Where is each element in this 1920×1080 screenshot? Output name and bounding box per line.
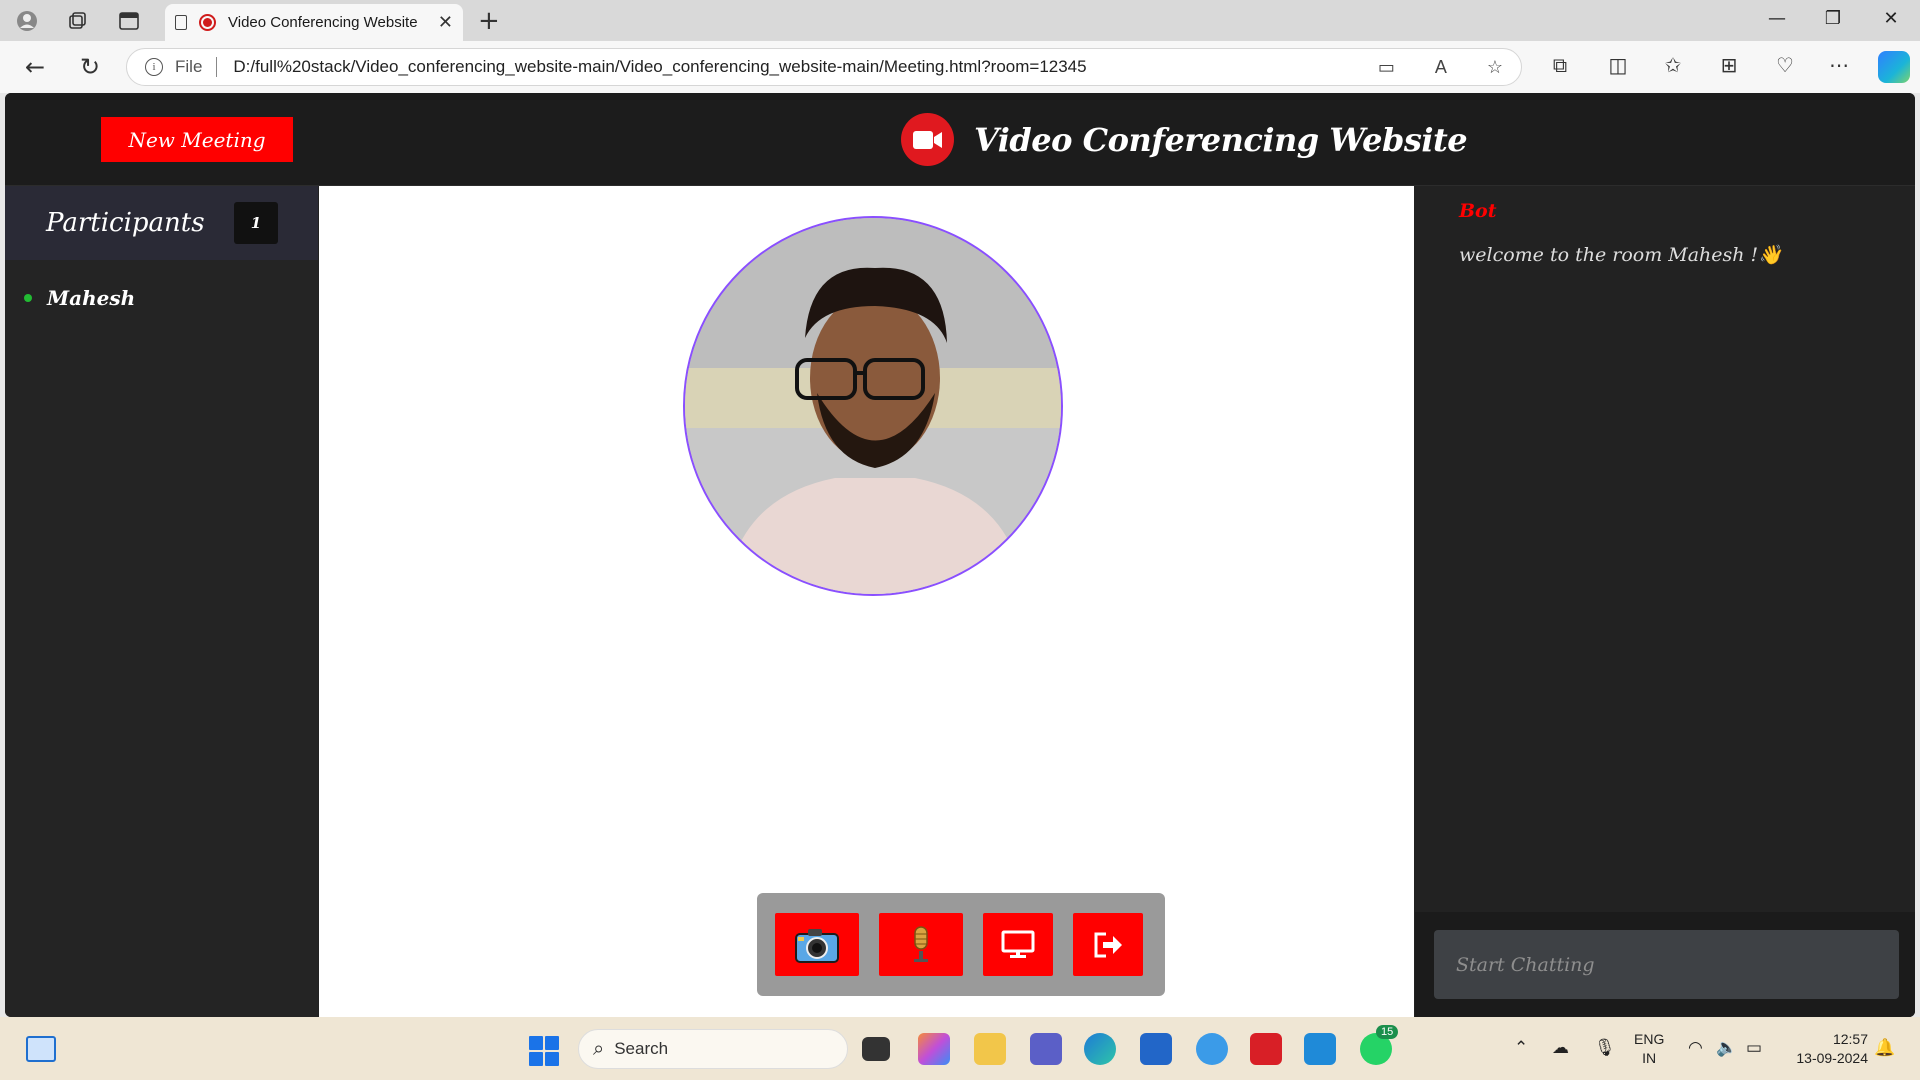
clock[interactable]: 12:57 13-09-2024	[1782, 1030, 1868, 1068]
window-close-icon[interactable]: ✕	[1876, 8, 1906, 29]
microphone-tray-icon[interactable]: 🎙	[1594, 1038, 1616, 1058]
browser-essentials-icon[interactable]: ♡	[1770, 53, 1800, 77]
extensions-icon[interactable]: ⧉	[1545, 53, 1575, 77]
browser-tab-active[interactable]: Video Conferencing Website ✕	[165, 4, 463, 41]
call-controls	[757, 893, 1165, 996]
search-label: Search	[614, 1039, 669, 1058]
collections-icon[interactable]: ⊞	[1714, 53, 1744, 77]
mcafee-icon[interactable]	[1250, 1033, 1282, 1065]
notification-badge: 15	[1376, 1025, 1399, 1039]
screen-share-icon	[1001, 930, 1035, 958]
region-code: IN	[1642, 1050, 1657, 1066]
notifications-bell-icon[interactable]: 🔔	[1874, 1038, 1895, 1058]
chat-panel: Bot welcome to the room Mahesh !👋	[1415, 186, 1915, 1017]
windows-taskbar: ⌕ Search 15 ⌃ ☁ 🎙 ENG IN ◠ 🔈 ▭ 12:57 13-…	[0, 1017, 1920, 1080]
clock-time: 12:57	[1832, 1031, 1868, 1047]
page-icon	[175, 15, 187, 30]
vscode-icon[interactable]	[1304, 1033, 1336, 1065]
favorite-star-icon[interactable]: ☆	[1487, 57, 1503, 78]
file-label: File	[175, 57, 203, 76]
workspaces-icon[interactable]	[64, 8, 90, 34]
profile-icon[interactable]	[14, 8, 40, 34]
clock-date: 13-09-2024	[1796, 1050, 1868, 1066]
read-aloud-icon[interactable]: A	[1435, 57, 1447, 78]
camera-button[interactable]	[775, 913, 859, 976]
refresh-icon[interactable]: ↻	[75, 53, 105, 81]
new-tab-button[interactable]: +	[478, 6, 500, 36]
battery-icon[interactable]: ▭	[1746, 1038, 1762, 1058]
chat-input[interactable]	[1434, 930, 1899, 999]
microphone-icon	[914, 925, 928, 962]
taskbar-search[interactable]: ⌕ Search	[578, 1029, 848, 1069]
camera-permission-icon[interactable]: ▭	[1378, 57, 1395, 78]
show-hidden-icons[interactable]: ⌃	[1514, 1038, 1528, 1058]
language-code: ENG	[1634, 1031, 1665, 1047]
search-icon: ⌕	[593, 1037, 605, 1060]
brand: Video Conferencing Website	[901, 113, 1468, 166]
whatsapp-icon[interactable]: 15	[1360, 1025, 1399, 1065]
leave-icon	[1094, 932, 1122, 957]
favorites-icon[interactable]: ✩	[1658, 53, 1688, 77]
camera-icon	[795, 928, 839, 963]
chat-message-text: welcome to the room Mahesh !👋	[1459, 244, 1782, 266]
minimize-icon[interactable]: —	[1762, 8, 1792, 29]
video-camera-icon	[901, 113, 954, 166]
divider	[216, 57, 218, 77]
participants-header: Participants 1	[5, 186, 318, 260]
participant-count-badge: 1	[234, 202, 278, 244]
microphone-button[interactable]	[879, 913, 963, 976]
task-view-icon[interactable]	[862, 1037, 890, 1061]
url-text[interactable]: D:/full%20stack/Video_conferencing_websi…	[233, 57, 1337, 77]
local-video-feed	[683, 216, 1063, 596]
participant-item: Mahesh	[5, 260, 318, 310]
edge-icon[interactable]	[1084, 1033, 1116, 1065]
restore-icon[interactable]: ❐	[1818, 8, 1848, 29]
browser-tab-bar: Video Conferencing Website ✕ + — ❐ ✕	[0, 0, 1920, 41]
copilot-taskbar-icon[interactable]	[918, 1033, 950, 1065]
more-options-icon[interactable]: ⋯	[1824, 53, 1854, 77]
address-toolbar: ← ↻ i File D:/full%20stack/Video_confere…	[0, 41, 1920, 93]
participants-sidebar: Participants 1 Mahesh	[5, 186, 318, 1017]
video-conferencing-app: New Meeting Video Conferencing Website P…	[5, 93, 1915, 1017]
split-screen-icon[interactable]: ◫	[1603, 53, 1633, 77]
language-indicator[interactable]: ENG IN	[1634, 1030, 1664, 1068]
chat-message-sender: Bot	[1459, 200, 1497, 222]
back-icon[interactable]: ←	[20, 53, 50, 81]
screen-share-button[interactable]	[983, 913, 1053, 976]
copilot-icon[interactable]	[1878, 51, 1910, 83]
participant-name: Mahesh	[47, 286, 136, 310]
volume-icon[interactable]: 🔈	[1716, 1038, 1737, 1058]
start-button[interactable]	[529, 1036, 559, 1066]
chat-input-area	[1415, 912, 1915, 1017]
onedrive-icon[interactable]: ☁	[1552, 1038, 1569, 1058]
help-icon[interactable]	[1196, 1033, 1228, 1065]
app-header: New Meeting Video Conferencing Website	[5, 93, 1915, 186]
recording-icon	[199, 14, 216, 31]
store-icon[interactable]	[1140, 1033, 1172, 1065]
tab-actions-icon[interactable]	[116, 8, 142, 34]
widgets-icon[interactable]	[26, 1036, 56, 1062]
teams-icon[interactable]	[1030, 1033, 1062, 1065]
video-stage	[319, 186, 1414, 1017]
participants-title: Participants	[46, 208, 205, 238]
new-meeting-button[interactable]: New Meeting	[101, 117, 293, 162]
wifi-icon[interactable]: ◠	[1688, 1038, 1703, 1058]
info-icon[interactable]: i	[145, 58, 163, 76]
file-explorer-icon[interactable]	[974, 1033, 1006, 1065]
address-bar[interactable]: i File D:/full%20stack/Video_conferencin…	[126, 48, 1522, 86]
tab-title: Video Conferencing Website	[228, 14, 418, 31]
online-status-dot	[24, 294, 32, 302]
app-title: Video Conferencing Website	[974, 120, 1468, 159]
leave-meeting-button[interactable]	[1073, 913, 1143, 976]
close-tab-icon[interactable]: ✕	[438, 12, 453, 33]
